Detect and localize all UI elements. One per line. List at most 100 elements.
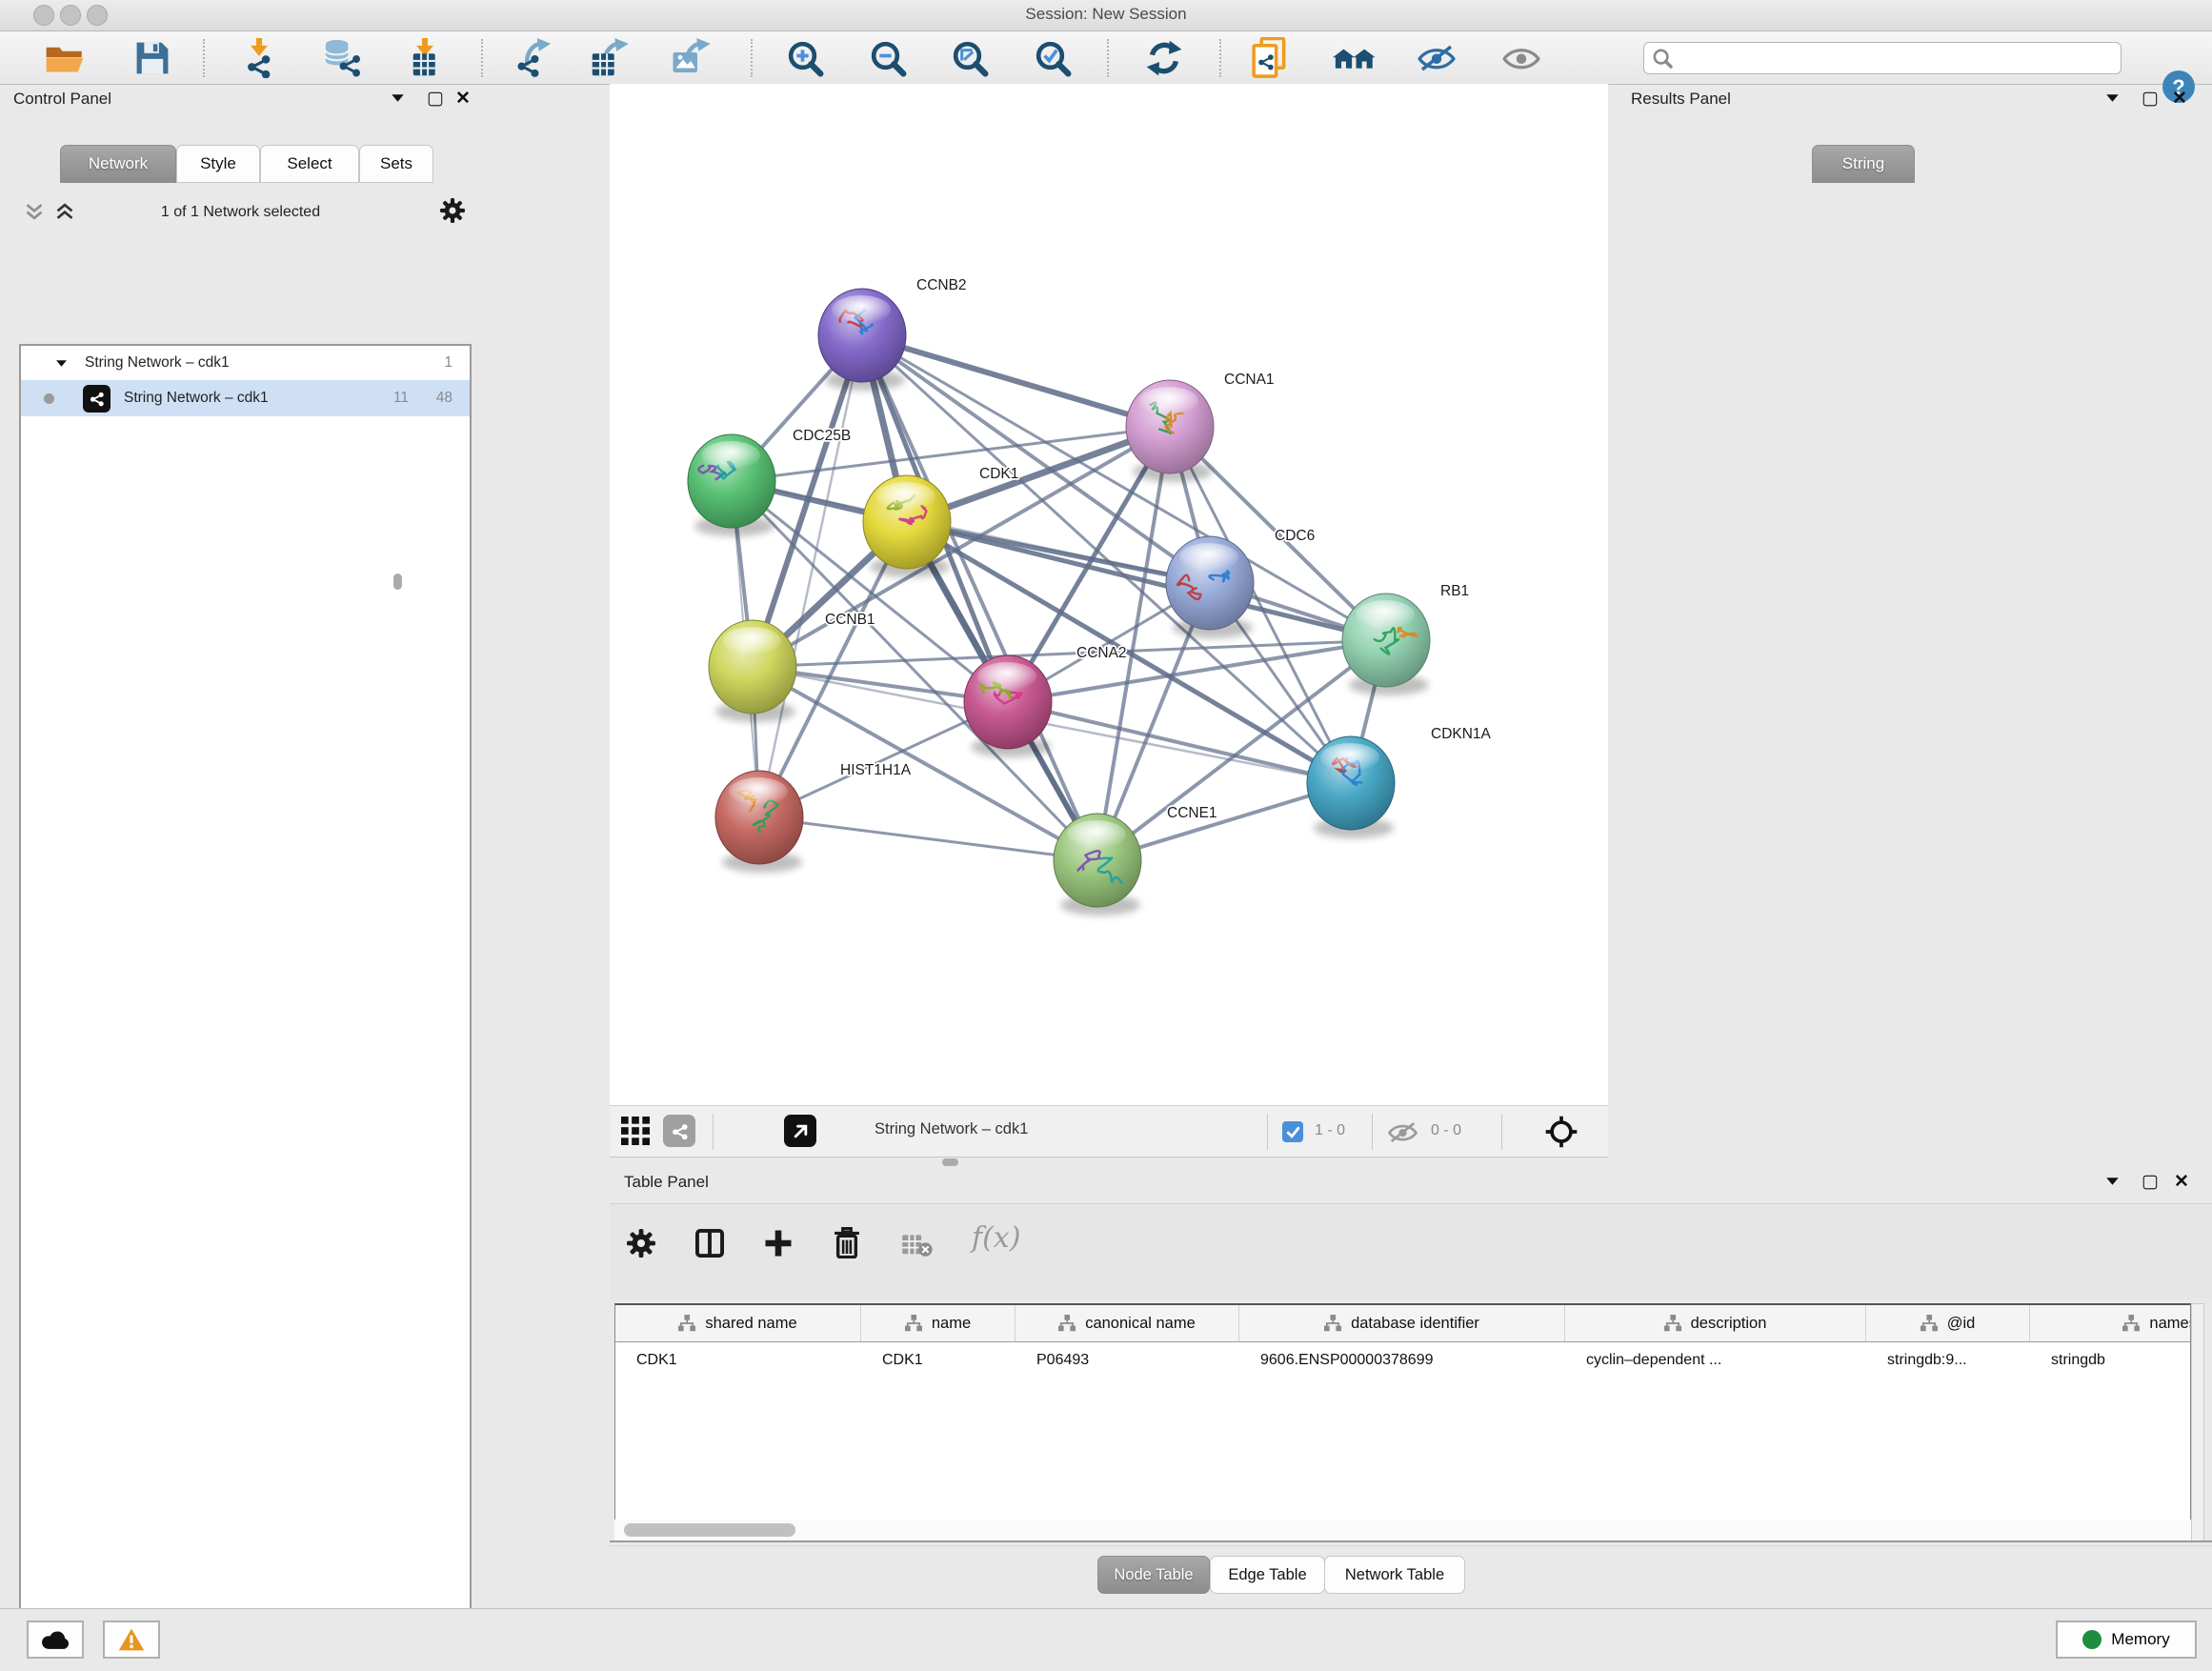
toolbar-separator bbox=[1219, 39, 1221, 77]
table-hscrollbar[interactable] bbox=[614, 1520, 2191, 1540]
show-columns-button[interactable] bbox=[695, 1229, 724, 1258]
network-node-CDK1[interactable] bbox=[863, 475, 951, 577]
network-edge[interactable] bbox=[862, 335, 1097, 860]
warnings-button[interactable] bbox=[103, 1621, 160, 1659]
search-input[interactable] bbox=[1680, 50, 2121, 68]
delete-table-button[interactable] bbox=[901, 1233, 934, 1258]
first-neighbors-button[interactable] bbox=[1330, 37, 1379, 79]
save-session-button[interactable] bbox=[128, 37, 177, 79]
network-node-CCNE1[interactable] bbox=[1054, 814, 1141, 916]
network-node-CCNB1[interactable] bbox=[709, 620, 796, 722]
zoom-out-button[interactable] bbox=[863, 37, 913, 79]
open-session-button[interactable] bbox=[40, 37, 90, 79]
column-header-name[interactable]: name bbox=[861, 1305, 1016, 1341]
network-node-CCNA1[interactable] bbox=[1126, 380, 1214, 482]
tab-sets[interactable]: Sets bbox=[359, 145, 433, 183]
table-cell[interactable]: 9606.ENSP00000378699 bbox=[1239, 1342, 1565, 1379]
column-header--id[interactable]: @id bbox=[1866, 1305, 2030, 1341]
zoom-selected-button[interactable] bbox=[1028, 37, 1077, 79]
network-node-HIST1H1A[interactable] bbox=[715, 771, 803, 873]
network-node-RB1[interactable] bbox=[1342, 594, 1430, 695]
control-panel-close-button[interactable]: ✕ bbox=[455, 88, 471, 110]
control-panel-collapse-button[interactable] bbox=[391, 93, 405, 103]
tab-style[interactable]: Style bbox=[176, 145, 260, 183]
results-panel-float-button[interactable]: ▢ bbox=[2142, 88, 2159, 110]
grid-mode-button[interactable] bbox=[621, 1117, 650, 1145]
table-row[interactable]: CDK1CDK1P064939606.ENSP00000378699cyclin… bbox=[615, 1342, 2190, 1379]
view-mode-button[interactable] bbox=[663, 1115, 695, 1147]
table-cell[interactable]: CDK1 bbox=[615, 1342, 861, 1379]
new-network-from-selection-button[interactable] bbox=[1245, 37, 1295, 79]
export-image-button[interactable] bbox=[667, 37, 716, 79]
tab-string[interactable]: String bbox=[1812, 145, 1915, 183]
results-panel: Results Panel ▢ ✕ String Expand All Coll… bbox=[1616, 84, 2212, 1158]
network-edge[interactable] bbox=[862, 335, 1386, 640]
control-panel-float-button[interactable]: ▢ bbox=[427, 88, 444, 110]
network-node-CCNB2[interactable] bbox=[818, 289, 906, 391]
splitter-handle[interactable] bbox=[942, 1158, 958, 1166]
network-collection-row[interactable]: String Network – cdk1 1 bbox=[21, 346, 470, 380]
table-panel-close-button[interactable]: ✕ bbox=[2174, 1171, 2189, 1193]
network-node-CDKN1A[interactable] bbox=[1307, 736, 1395, 838]
status-bar: Memory bbox=[0, 1608, 2212, 1671]
table-cell[interactable]: cyclin–dependent ... bbox=[1565, 1342, 1866, 1379]
function-builder-button[interactable]: f(x) bbox=[972, 1221, 1020, 1255]
network-row-selected[interactable]: String Network – cdk1 11 48 bbox=[21, 380, 470, 416]
table-cell[interactable]: CDK1 bbox=[861, 1342, 1016, 1379]
birds-eye-view-button[interactable] bbox=[784, 1115, 816, 1147]
column-header-description[interactable]: description bbox=[1565, 1305, 1866, 1341]
zoom-fit-button[interactable] bbox=[945, 37, 995, 79]
column-header-shared-name[interactable]: shared name bbox=[615, 1305, 861, 1341]
tab-select[interactable]: Select bbox=[260, 145, 359, 183]
splitter-handle[interactable] bbox=[393, 574, 402, 590]
fit-selected-button[interactable] bbox=[1545, 1116, 1578, 1148]
network-edge[interactable] bbox=[759, 817, 1097, 860]
table-panel-collapse-button[interactable] bbox=[2105, 1177, 2120, 1186]
cloud-status-button[interactable] bbox=[27, 1621, 84, 1659]
table-options-button[interactable] bbox=[627, 1229, 655, 1258]
check-icon bbox=[1286, 1125, 1300, 1139]
add-column-button[interactable] bbox=[764, 1229, 793, 1258]
zoom-in-button[interactable] bbox=[780, 37, 830, 79]
node-label-CDC6: CDC6 bbox=[1275, 528, 1315, 544]
network-edge[interactable] bbox=[862, 335, 1170, 427]
network-panel-options-button[interactable] bbox=[440, 198, 465, 223]
table-toolbar: f(x) bbox=[610, 1203, 2212, 1299]
results-panel-close-button[interactable]: ✕ bbox=[2172, 88, 2187, 110]
tab-node-table[interactable]: Node Table bbox=[1097, 1556, 1210, 1594]
network-canvas[interactable]: CCNB2CCNA1CDC25BCDK1CDC6RB1CCNB1CCNA2CDK… bbox=[610, 84, 1608, 1105]
table-panel-float-button[interactable]: ▢ bbox=[2142, 1171, 2159, 1193]
column-header-database-identifier[interactable]: database identifier bbox=[1239, 1305, 1565, 1341]
import-network-file-button[interactable] bbox=[234, 37, 284, 79]
network-graph[interactable]: CCNB2CCNA1CDC25BCDK1CDC6RB1CCNB1CCNA2CDK… bbox=[610, 84, 1608, 1105]
show-all-button[interactable] bbox=[1497, 37, 1546, 79]
refresh-view-button[interactable] bbox=[1139, 37, 1189, 79]
network-node-CCNA2[interactable] bbox=[964, 655, 1052, 757]
column-header-namespac[interactable]: namespac bbox=[2030, 1305, 2191, 1341]
table-cell[interactable]: P06493 bbox=[1016, 1342, 1239, 1379]
refresh-icon bbox=[1145, 39, 1183, 77]
network-node-CDC6[interactable] bbox=[1166, 536, 1254, 638]
tab-network[interactable]: Network bbox=[60, 145, 176, 183]
separator bbox=[1267, 1114, 1268, 1150]
tab-edge-table[interactable]: Edge Table bbox=[1210, 1556, 1325, 1594]
network-node-CDC25B[interactable] bbox=[688, 434, 775, 536]
hide-selected-button[interactable] bbox=[1412, 37, 1461, 79]
column-header-canonical-name[interactable]: canonical name bbox=[1016, 1305, 1239, 1341]
export-table-button[interactable] bbox=[585, 37, 634, 79]
selected-checkbox[interactable] bbox=[1282, 1121, 1303, 1142]
table-cell[interactable]: stringdb:9... bbox=[1866, 1342, 2030, 1379]
chevron-down-icon bbox=[2105, 1177, 2120, 1186]
toolbar-separator bbox=[1107, 39, 1109, 77]
memory-button[interactable]: Memory bbox=[2056, 1621, 2197, 1659]
table-vscrollbar[interactable] bbox=[2191, 1303, 2204, 1541]
tab-network-table[interactable]: Network Table bbox=[1324, 1556, 1465, 1594]
arrow-ne-icon bbox=[784, 1115, 816, 1147]
delete-column-button[interactable] bbox=[833, 1227, 861, 1258]
import-table-file-button[interactable] bbox=[400, 37, 450, 79]
table-cell[interactable]: stringdb bbox=[2030, 1342, 2191, 1379]
export-network-button[interactable] bbox=[509, 37, 558, 79]
hscrollbar-thumb[interactable] bbox=[624, 1523, 795, 1537]
import-network-database-button[interactable] bbox=[316, 37, 366, 79]
results-panel-collapse-button[interactable] bbox=[2105, 93, 2120, 103]
